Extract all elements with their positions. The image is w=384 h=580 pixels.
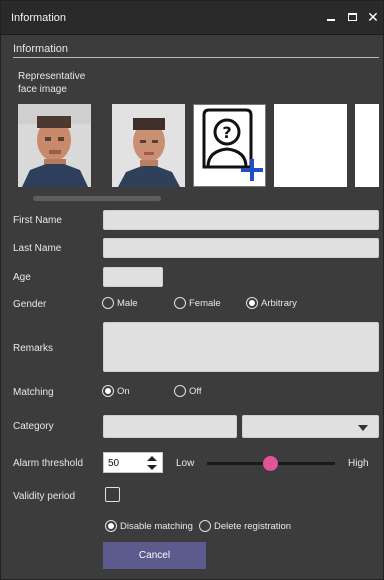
radio-button[interactable] bbox=[102, 297, 114, 309]
add-face-button[interactable]: ? bbox=[193, 104, 266, 187]
slider-high-label: High bbox=[348, 458, 369, 469]
maximize-icon bbox=[347, 13, 357, 21]
maximize-button[interactable] bbox=[344, 9, 360, 25]
age-input[interactable] bbox=[103, 267, 163, 287]
matching-label: Matching bbox=[13, 387, 54, 398]
section-divider bbox=[13, 57, 379, 58]
radio-button-selected[interactable] bbox=[102, 385, 114, 397]
spin-up-icon[interactable] bbox=[147, 456, 157, 461]
validity-period-checkbox[interactable] bbox=[105, 487, 120, 502]
alarm-threshold-slider-thumb[interactable] bbox=[263, 456, 278, 471]
chevron-down-icon bbox=[358, 425, 368, 431]
information-window: Information ✕ Information Representative… bbox=[0, 0, 384, 580]
radio-label: Delete registration bbox=[214, 520, 292, 532]
radio-label: On bbox=[117, 385, 130, 397]
representative-face-label: Representative face image bbox=[18, 71, 86, 95]
face-image-2[interactable] bbox=[112, 104, 185, 187]
validity-period-label: Validity period bbox=[13, 491, 76, 502]
category-label: Category bbox=[13, 421, 54, 432]
face-strip-scrollbar[interactable] bbox=[33, 196, 161, 201]
validity-radio-disable-matching[interactable]: Disable matching bbox=[105, 520, 193, 532]
radio-label: Male bbox=[117, 297, 138, 309]
matching-radio-on[interactable]: On bbox=[102, 385, 130, 397]
category-input[interactable] bbox=[103, 415, 237, 438]
radio-label: Arbitrary bbox=[261, 297, 297, 309]
spin-down-icon[interactable] bbox=[147, 465, 157, 470]
title-bar: Information ✕ bbox=[1, 1, 383, 35]
first-name-label: First Name bbox=[13, 215, 62, 226]
radio-button-selected[interactable] bbox=[105, 520, 117, 532]
face-slot-empty[interactable] bbox=[355, 104, 379, 187]
minimize-icon bbox=[327, 19, 335, 21]
gender-radio-arbitrary[interactable]: Arbitrary bbox=[246, 297, 297, 309]
close-button[interactable]: ✕ bbox=[365, 9, 381, 25]
remarks-textarea[interactable] bbox=[103, 322, 379, 372]
window-title: Information bbox=[11, 12, 67, 24]
cancel-button[interactable]: Cancel bbox=[103, 542, 206, 569]
category-dropdown[interactable] bbox=[242, 415, 379, 438]
slider-low-label: Low bbox=[176, 458, 195, 469]
gender-label: Gender bbox=[13, 299, 47, 310]
radio-label: Female bbox=[189, 297, 221, 309]
close-icon: ✕ bbox=[367, 9, 379, 25]
radio-button[interactable] bbox=[174, 297, 186, 309]
radio-button-selected[interactable] bbox=[246, 297, 258, 309]
remarks-label: Remarks bbox=[13, 343, 54, 354]
svg-text:?: ? bbox=[222, 123, 231, 142]
age-label: Age bbox=[13, 272, 31, 283]
radio-button[interactable] bbox=[174, 385, 186, 397]
add-face-icon: ? bbox=[194, 105, 265, 186]
radio-label: Disable matching bbox=[120, 520, 193, 532]
face-image-1[interactable] bbox=[18, 104, 91, 187]
section-title: Information bbox=[13, 43, 69, 55]
minimize-button[interactable] bbox=[323, 9, 339, 25]
first-name-input[interactable] bbox=[103, 210, 379, 230]
alarm-threshold-label: Alarm threshold bbox=[13, 458, 84, 469]
gender-radio-male[interactable]: Male bbox=[102, 297, 138, 309]
gender-radio-female[interactable]: Female bbox=[174, 297, 221, 309]
radio-label: Off bbox=[189, 385, 202, 397]
alarm-threshold-value: 50 bbox=[108, 458, 120, 469]
last-name-input[interactable] bbox=[103, 238, 379, 258]
matching-radio-off[interactable]: Off bbox=[174, 385, 202, 397]
radio-button[interactable] bbox=[199, 520, 211, 532]
last-name-label: Last Name bbox=[13, 243, 62, 254]
validity-radio-delete-registration[interactable]: Delete registration bbox=[199, 520, 291, 532]
face-slot-empty[interactable] bbox=[274, 104, 347, 187]
alarm-threshold-spinbox[interactable]: 50 bbox=[103, 452, 163, 473]
